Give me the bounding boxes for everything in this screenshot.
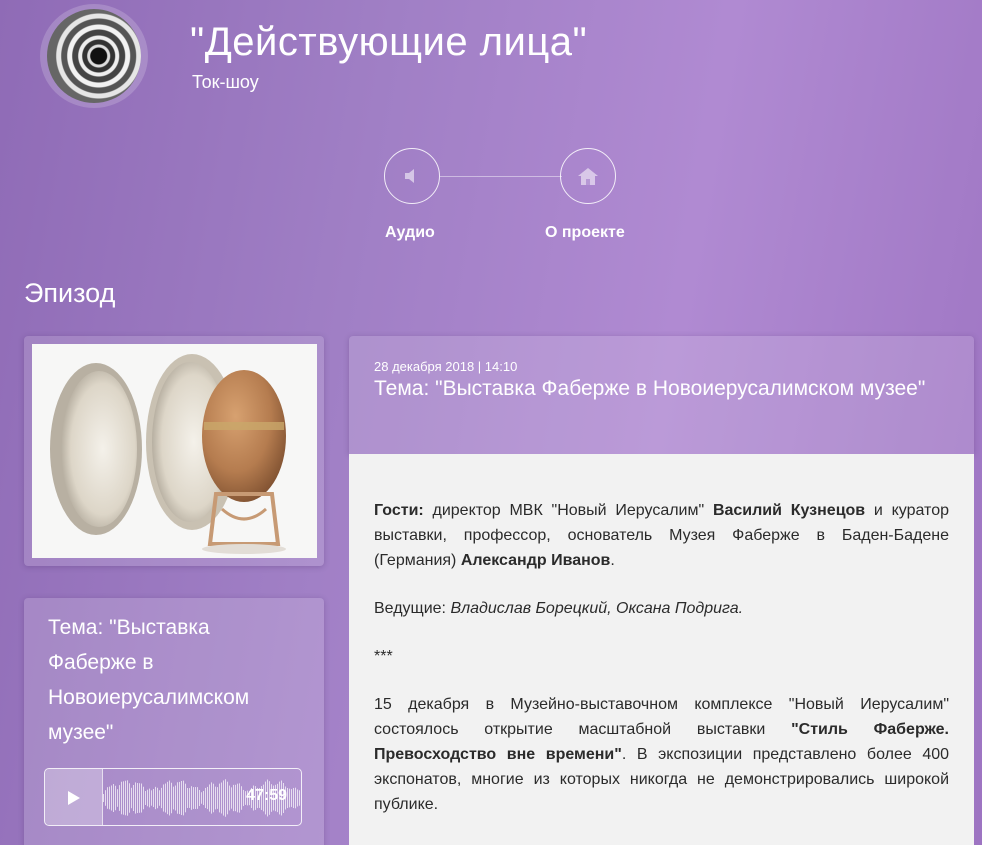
episode-image-card: [24, 336, 324, 566]
article-date: 28 декабря 2018 | 14:10: [374, 359, 518, 374]
nav-audio-label[interactable]: Аудио: [385, 224, 435, 242]
player-topic: Тема: "Выставка Фаберже в Новоиерусалимс…: [48, 616, 250, 744]
play-icon: [67, 791, 80, 805]
guest-name: Василий Кузнецов: [712, 502, 866, 519]
separator: ***: [374, 648, 393, 665]
hosts-paragraph: Ведущие: Владислав Борецкий, Оксана Подр…: [374, 596, 949, 621]
guests-paragraph: Гости: директор МВК "Новый Иерусалим" Ва…: [374, 498, 949, 573]
faberge-egg-image: [32, 344, 317, 558]
nav-audio-button[interactable]: [384, 148, 440, 204]
page-title: "Действующие лица": [190, 20, 588, 64]
article-header: 28 декабря 2018 | 14:10 Тема: "Выставка …: [349, 336, 974, 454]
guests-label: Гости:: [374, 502, 424, 519]
guest-name: Александр Иванов: [460, 552, 611, 569]
nav-about-label[interactable]: О проекте: [545, 224, 625, 242]
nav-connector: [440, 176, 562, 177]
speaker-icon: [405, 169, 414, 183]
audio-player[interactable]: 47:59: [44, 768, 302, 826]
logo[interactable]: [40, 4, 148, 108]
nav-about-button[interactable]: [560, 148, 616, 204]
hosts-names: Владислав Борецкий, Оксана Подрига.: [450, 600, 744, 617]
article-body: Гости: директор МВК "Новый Иерусалим" Ва…: [349, 454, 974, 845]
article-topic: Тема: "Выставка Фаберже в Новоиерусалимс…: [374, 377, 926, 400]
section-title: Эпизод: [24, 278, 116, 308]
home-icon: [578, 168, 598, 185]
audio-player-card: Тема: "Выставка Фаберже в Новоиерусалимс…: [24, 598, 324, 845]
duration: 47:59: [246, 787, 287, 804]
guests-text: директор МВК "Новый Иерусалим": [423, 502, 713, 519]
play-button[interactable]: [45, 769, 103, 825]
page-subtitle: Ток-шоу: [192, 72, 259, 92]
hosts-label: Ведущие:: [374, 600, 451, 617]
logo-image: [47, 9, 141, 103]
body-paragraph: 15 декабря в Музейно-выставочном комплек…: [374, 692, 949, 817]
guests-end: .: [610, 552, 615, 569]
